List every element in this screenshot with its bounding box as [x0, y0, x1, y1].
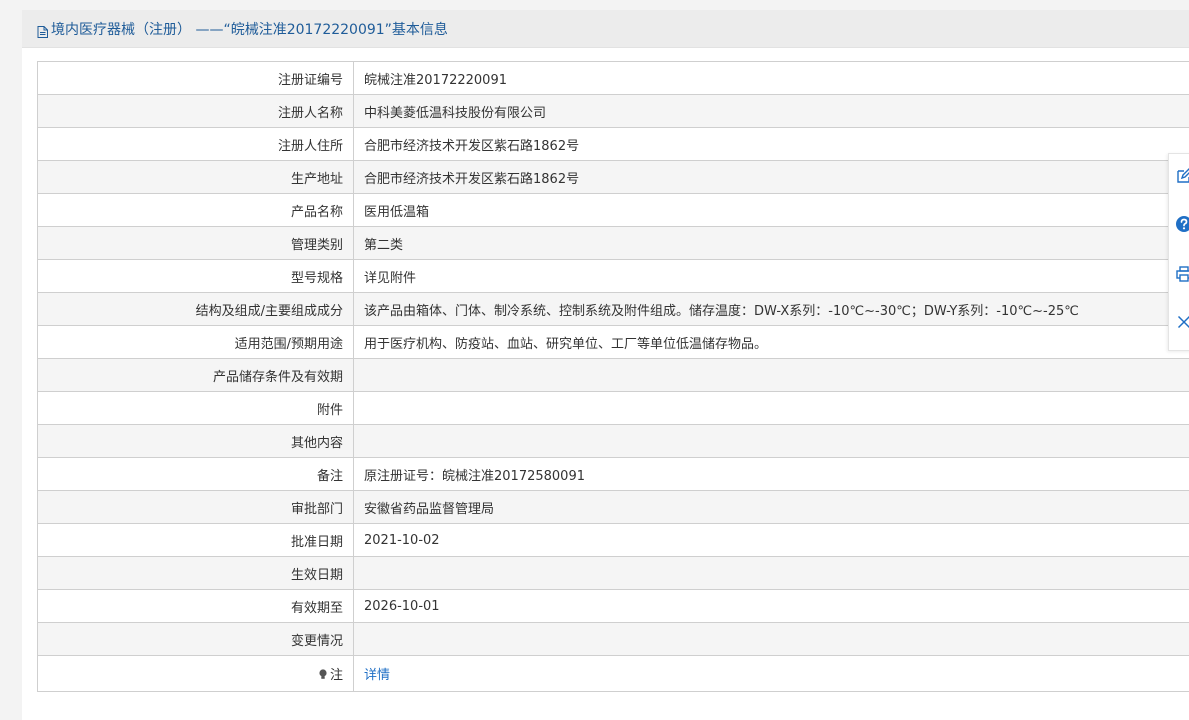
help-icon — [1176, 216, 1189, 232]
row-label: 适用范围/预期用途 — [37, 325, 354, 359]
edit-button[interactable] — [1174, 166, 1189, 186]
row-value: 合肥市经济技术开发区紫石路1862号 — [353, 160, 1189, 194]
table-row-note: 注 详情 — [37, 655, 1189, 692]
table-row: 其他内容 — [37, 424, 1189, 458]
row-value: 2026-10-01 — [353, 589, 1189, 623]
table-row: 有效期至 2026-10-01 — [37, 589, 1189, 623]
row-label: 管理类别 — [37, 226, 354, 260]
row-label: 有效期至 — [37, 589, 354, 623]
row-label: 产品储存条件及有效期 — [37, 358, 354, 392]
table-row: 注册人名称 中科美菱低温科技股份有限公司 — [37, 94, 1189, 128]
table-row: 附件 — [37, 391, 1189, 425]
row-value: 皖械注准20172220091 — [353, 61, 1189, 95]
row-value: 第二类 — [353, 226, 1189, 260]
note-label: 注 — [329, 668, 343, 683]
row-value: 2021-10-02 — [353, 523, 1189, 557]
table-row: 注册人住所 合肥市经济技术开发区紫石路1862号 — [37, 127, 1189, 161]
info-panel: 境内医疗器械（注册） ——“皖械注准20172220091”基本信息 注册证编号… — [22, 10, 1189, 720]
panel-header: 境内医疗器械（注册） ——“皖械注准20172220091”基本信息 — [22, 10, 1189, 48]
row-value — [353, 391, 1189, 425]
table-row: 产品名称 医用低温箱 — [37, 193, 1189, 227]
note-label-cell: 注 — [37, 655, 354, 692]
row-label: 生产地址 — [37, 160, 354, 194]
close-icon — [1177, 315, 1189, 329]
table-row: 变更情况 — [37, 622, 1189, 656]
edit-icon — [1177, 168, 1189, 183]
row-label: 型号规格 — [37, 259, 354, 293]
table-row: 审批部门 安徽省药品监督管理局 — [37, 490, 1189, 524]
table-row: 管理类别 第二类 — [37, 226, 1189, 260]
row-label: 其他内容 — [37, 424, 354, 458]
row-value: 原注册证号：皖械注准20172580091 — [353, 457, 1189, 491]
row-label: 注册人住所 — [37, 127, 354, 161]
help-button[interactable] — [1174, 214, 1189, 234]
note-value-cell: 详情 — [353, 655, 1189, 692]
row-value: 该产品由箱体、门体、制冷系统、控制系统及附件组成。储存温度：DW-X系列：-10… — [353, 292, 1189, 326]
close-button[interactable] — [1174, 312, 1189, 332]
row-label: 审批部门 — [37, 490, 354, 524]
row-label: 注册人名称 — [37, 94, 354, 128]
row-label: 产品名称 — [37, 193, 354, 227]
row-label: 结构及组成/主要组成成分 — [37, 292, 354, 326]
table-row: 备注 原注册证号：皖械注准20172580091 — [37, 457, 1189, 491]
document-icon — [37, 23, 48, 38]
table-row: 适用范围/预期用途 用于医疗机构、防疫站、血站、研究单位、工厂等单位低温储存物品。 — [37, 325, 1189, 359]
table-row: 批准日期 2021-10-02 — [37, 523, 1189, 557]
row-value — [353, 424, 1189, 458]
row-label: 生效日期 — [37, 556, 354, 590]
details-link[interactable]: 详情 — [364, 668, 390, 683]
row-value: 安徽省药品监督管理局 — [353, 490, 1189, 524]
row-value: 中科美菱低温科技股份有限公司 — [353, 94, 1189, 128]
row-value — [353, 358, 1189, 392]
page-title: 境内医疗器械（注册） ——“皖械注准20172220091”基本信息 — [51, 21, 448, 38]
row-value: 医用低温箱 — [353, 193, 1189, 227]
row-value: 用于医疗机构、防疫站、血站、研究单位、工厂等单位低温储存物品。 — [353, 325, 1189, 359]
print-icon — [1176, 266, 1189, 282]
table-row: 生产地址 合肥市经济技术开发区紫石路1862号 — [37, 160, 1189, 194]
table-row: 生效日期 — [37, 556, 1189, 590]
table-row: 产品储存条件及有效期 — [37, 358, 1189, 392]
table-row: 型号规格 详见附件 — [37, 259, 1189, 293]
row-label: 附件 — [37, 391, 354, 425]
table-row: 注册证编号 皖械注准20172220091 — [37, 61, 1189, 95]
side-toolbar — [1168, 153, 1189, 351]
row-label: 注册证编号 — [37, 61, 354, 95]
row-value — [353, 622, 1189, 656]
table-row: 结构及组成/主要组成成分 该产品由箱体、门体、制冷系统、控制系统及附件组成。储存温… — [37, 292, 1189, 326]
row-label: 批准日期 — [37, 523, 354, 557]
row-label: 备注 — [37, 457, 354, 491]
lightbulb-icon — [318, 669, 328, 680]
row-label: 变更情况 — [37, 622, 354, 656]
row-value — [353, 556, 1189, 590]
row-value: 详见附件 — [353, 259, 1189, 293]
print-button[interactable] — [1174, 264, 1189, 284]
info-table: 注册证编号 皖械注准20172220091 注册人名称 中科美菱低温科技股份有限公司注… — [37, 61, 1189, 692]
row-value: 合肥市经济技术开发区紫石路1862号 — [353, 127, 1189, 161]
